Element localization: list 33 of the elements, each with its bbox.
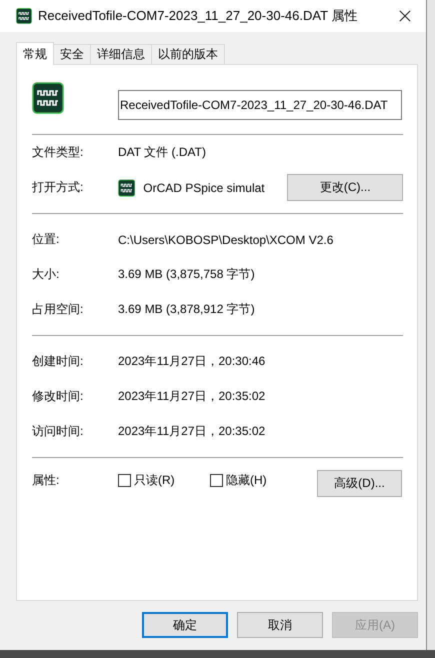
close-icon[interactable]	[399, 10, 411, 22]
advanced-button[interactable]: 高级(D)...	[317, 470, 402, 497]
field-label: 文件类型:	[32, 144, 84, 161]
change-button[interactable]: 更改(C)...	[287, 174, 403, 201]
checkbox-label[interactable]: 只读(R)	[134, 472, 175, 489]
field-label: 属性:	[32, 472, 60, 489]
field-value: 2023年11月27日，20:30:46	[118, 353, 266, 370]
field-value: DAT 文件 (.DAT)	[118, 144, 206, 161]
field-value: 2023年11月27日，20:35:02	[118, 388, 266, 405]
tab[interactable]: 以前的版本	[151, 44, 225, 64]
dialog-button[interactable]: 取消	[237, 612, 323, 638]
field-value: C:\Users\KOBOSP\Desktop\XCOM V2.6	[118, 232, 334, 246]
app-icon	[118, 178, 136, 196]
dialog-button[interactable]: 确定	[142, 612, 228, 638]
file-icon	[32, 82, 64, 114]
field-label: 大小:	[32, 266, 60, 283]
checkbox-label[interactable]: 隐藏(H)	[226, 472, 267, 489]
checkbox[interactable]	[118, 474, 131, 487]
tab[interactable]: 常规	[16, 42, 54, 65]
app-name: OrCAD PSpice simulat	[143, 180, 266, 194]
field-value: 2023年11月27日，20:35:02	[118, 423, 266, 440]
field-label: 创建时间:	[32, 353, 84, 370]
name-field[interactable]: ReceivedTofile-COM7-2023_11_27_20-30-46.DAT	[118, 90, 402, 120]
app-icon	[16, 8, 32, 24]
checkbox[interactable]	[210, 474, 223, 487]
field-label: 修改时间:	[32, 388, 84, 405]
field-label: 占用空间:	[32, 301, 84, 318]
field-value: 3.69 MB (3,875,758 字节)	[118, 266, 255, 283]
field-label: 位置:	[32, 231, 60, 248]
field-label: 访问时间:	[32, 423, 84, 440]
field-value: 3.69 MB (3,878,912 字节)	[118, 301, 255, 318]
field-label: 打开方式:	[32, 179, 84, 196]
window-title: ReceivedTofile-COM7-2023_11_27_20-30-46.DAT 属性	[38, 7, 358, 25]
